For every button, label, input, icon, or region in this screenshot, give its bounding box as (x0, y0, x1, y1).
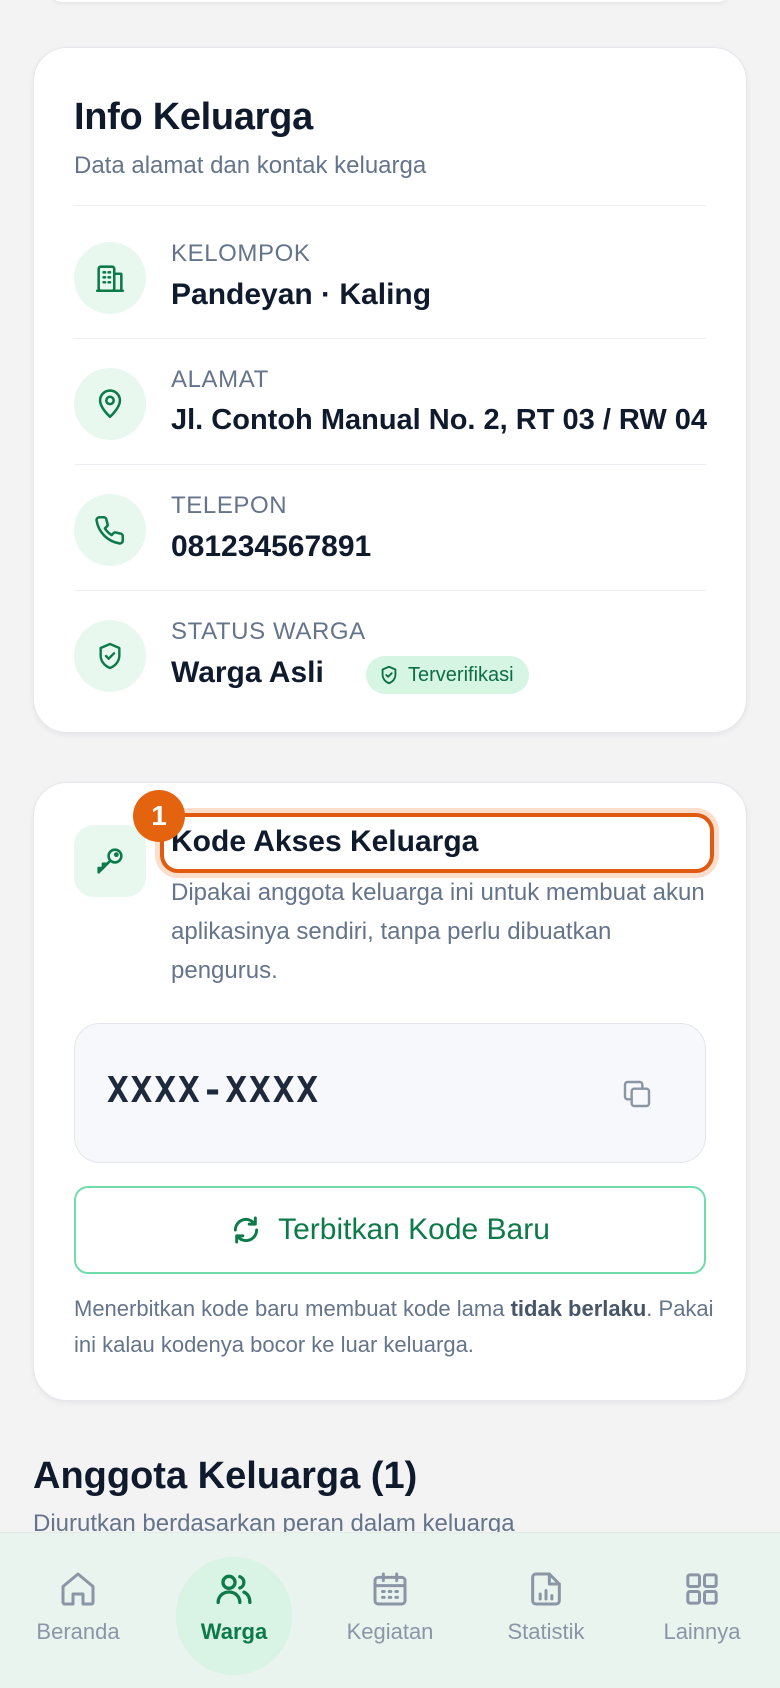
divider (74, 464, 706, 465)
calendar-icon (373, 1572, 407, 1606)
info-row-telepon: TELEPON 081234567891 (74, 490, 706, 570)
nav-label: Lainnya (663, 1619, 741, 1644)
row-value: 081234567891 (171, 530, 372, 563)
code-display: XXXX-XXXX (74, 1023, 706, 1163)
row-label: STATUS WARGA (171, 618, 366, 645)
row-value: Pandeyan · Kaling (171, 278, 432, 311)
nav-item-kegiatan[interactable]: Kegiatan (330, 1569, 450, 1679)
nav-label: Statistik (507, 1619, 585, 1644)
row-label: ALAMAT (171, 366, 269, 393)
row-label: TELEPON (171, 492, 288, 519)
access-code: XXXX-XXXX (107, 1070, 321, 1111)
nav-label: Kegiatan (346, 1619, 434, 1644)
nav-item-statistik[interactable]: Statistik (486, 1569, 606, 1679)
copy-button[interactable] (617, 1074, 657, 1114)
phone-icon (74, 494, 146, 566)
nav-label: Beranda (36, 1619, 120, 1644)
info-row-status: STATUS WARGA Warga Asli Terverifikasi (74, 616, 706, 696)
info-row-alamat: ALAMAT Jl. Contoh Manual No. 2, RT 03 / … (74, 364, 708, 444)
nav-item-lainnya[interactable]: Lainnya (642, 1569, 762, 1679)
kode-akses-card: Kode Akses Keluarga 1 Dipakai anggota ke… (33, 782, 747, 1401)
row-label: KELOMPOK (171, 240, 311, 267)
home-icon (61, 1572, 95, 1606)
note-emphasis: tidak berlaku (510, 1296, 647, 1321)
card-title: Info Keluarga (74, 96, 313, 138)
chart-file-icon (531, 1572, 561, 1606)
shield-check-icon (381, 665, 397, 685)
row-value: Jl. Contoh Manual No. 2, RT 03 / RW 04 (171, 404, 708, 436)
card-subtitle: Data alamat dan kontak keluarga (74, 152, 427, 179)
nav-item-warga[interactable]: Warga (174, 1569, 294, 1679)
row-value: Warga Asli (171, 656, 324, 689)
divider (74, 338, 706, 339)
members-section-title: Anggota Keluarga (1) (33, 1455, 418, 1497)
divider (74, 205, 706, 206)
users-icon (216, 1574, 252, 1604)
key-icon (74, 825, 146, 897)
copy-icon (623, 1080, 651, 1108)
kode-description: Dipakai anggota keluarga ini untuk membu… (171, 879, 705, 984)
grid-icon (686, 1573, 718, 1605)
kode-title: Kode Akses Keluarga (171, 825, 479, 858)
reissue-note: Menerbitkan kode baru membuat kode lama … (74, 1291, 714, 1363)
nav-label: Warga (200, 1619, 268, 1644)
reissue-code-button[interactable]: Terbitkan Kode Baru (74, 1186, 706, 1274)
building-icon (74, 242, 146, 314)
info-row-kelompok: KELOMPOK Pandeyan · Kaling (74, 238, 706, 318)
reissue-label: Terbitkan Kode Baru (278, 1213, 550, 1246)
nav-item-beranda[interactable]: Beranda (18, 1569, 138, 1679)
bottom-nav: Beranda Warga Kegiatan Statistik Lainnya (0, 1532, 780, 1688)
note-text: Menerbitkan kode baru membuat kode lama (74, 1296, 511, 1321)
badge-label: Terverifikasi (408, 663, 514, 686)
previous-card-edge (50, 0, 730, 2)
step-marker: 1 (133, 790, 185, 842)
verified-badge: Terverifikasi (366, 656, 529, 694)
shield-check-icon (74, 620, 146, 692)
map-pin-icon (74, 368, 146, 440)
info-keluarga-card: Info Keluarga Data alamat dan kontak kel… (33, 47, 747, 733)
divider (74, 590, 706, 591)
refresh-icon (233, 1216, 259, 1244)
